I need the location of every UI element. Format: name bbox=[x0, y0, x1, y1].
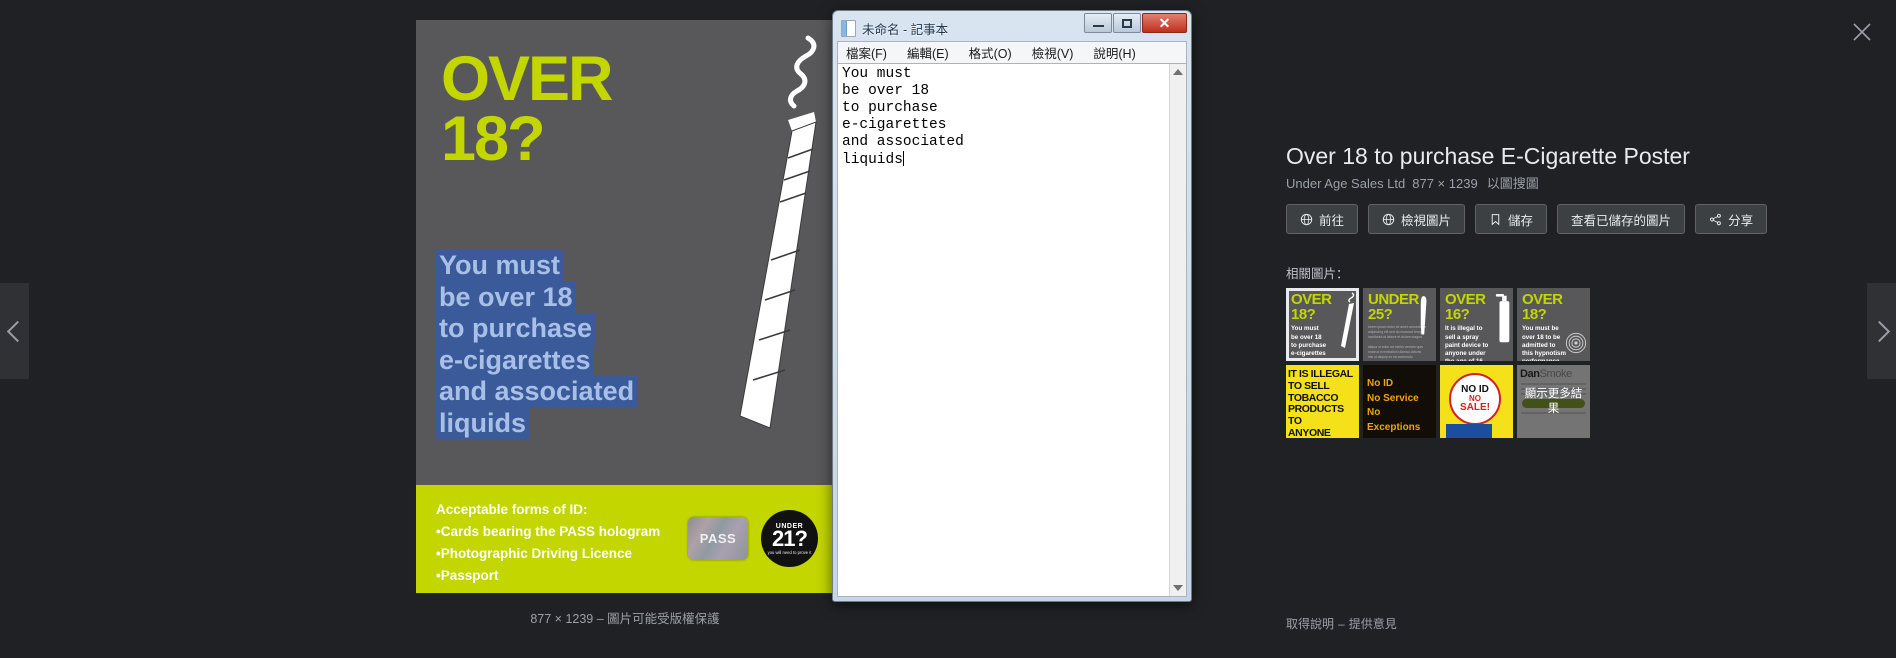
poster-heading-line2: 18? bbox=[441, 103, 546, 174]
image-viewer-overlay: OVER 18? You must be over 18 to purchase… bbox=[0, 0, 1896, 658]
share-button-label: 分享 bbox=[1728, 213, 1754, 228]
poster-id-bullet: •Cards bearing the PASS hologram bbox=[436, 523, 661, 539]
poster-body-line: be over 18 bbox=[436, 281, 576, 314]
notepad-title-bar[interactable]: 未命名 - 記事本 ✕ bbox=[837, 13, 1187, 41]
menu-help[interactable]: 說明(H) bbox=[1089, 41, 1139, 64]
notepad-menu-bar: 檔案(F) 編輯(E) 格式(O) 檢視(V) 說明(H) bbox=[837, 41, 1187, 63]
pass-card-label: PASS bbox=[699, 531, 737, 546]
e-cigarette-icon bbox=[1341, 292, 1355, 348]
feedback-link[interactable]: 提供意見 bbox=[1349, 617, 1397, 631]
footer-links: 取得說明 – 提供意見 bbox=[1286, 615, 1397, 632]
menu-view[interactable]: 檢視(V) bbox=[1028, 41, 1078, 64]
visit-button-label: 前往 bbox=[1319, 213, 1345, 228]
notepad-icon bbox=[841, 19, 856, 37]
badge-number: 21? bbox=[772, 525, 808, 551]
text-caret bbox=[902, 150, 904, 166]
pass-hologram-card: PASS bbox=[688, 517, 748, 560]
image-metadata: Under Age Sales Ltd 877 × 1239 以圖搜圖 bbox=[1286, 173, 1539, 192]
menu-edit[interactable]: 編輯(E) bbox=[903, 41, 953, 64]
menu-format[interactable]: 格式(O) bbox=[965, 41, 1016, 64]
under-21-badge: UNDER 21? you will need to prove it bbox=[761, 510, 818, 567]
scroll-up-icon[interactable] bbox=[1173, 69, 1183, 75]
view-image-button[interactable]: 檢視圖片 bbox=[1368, 204, 1466, 234]
scroll-down-icon[interactable] bbox=[1173, 585, 1183, 591]
footer-separator: – bbox=[1338, 617, 1345, 631]
thumbnail-illegal-tobacco[interactable]: IT IS ILLEGAL TO SELL TOBACCO PRODUCTS T… bbox=[1286, 365, 1359, 438]
view-image-button-label: 檢視圖片 bbox=[1401, 213, 1452, 228]
poster-upper-section: OVER 18? You must be over 18 to purchase… bbox=[416, 20, 834, 485]
share-button[interactable]: 分享 bbox=[1695, 204, 1768, 234]
poster-footer-section: Acceptable forms of ID: •Cards bearing t… bbox=[416, 485, 834, 593]
notepad-text-content[interactable]: You must be over 18 to purchase e-cigare… bbox=[838, 64, 1169, 596]
thumbnail-heading: IT IS ILLEGAL TO SELL TOBACCO PRODUCTS T… bbox=[1288, 368, 1353, 438]
poster-body-line: You must bbox=[436, 250, 563, 282]
window-close-icon: ✕ bbox=[1158, 15, 1171, 31]
related-images-label: 相關圖片： bbox=[1286, 267, 1349, 281]
notepad-editor[interactable]: You must be over 18 to purchase e-cigare… bbox=[837, 63, 1187, 597]
poster-body-line: and associated bbox=[436, 376, 638, 408]
poster-image[interactable]: OVER 18? You must be over 18 to purchase… bbox=[416, 20, 834, 593]
poster-body-text: You must be over 18 to purchase e-cigare… bbox=[436, 250, 668, 440]
thumbnail-heading: No ID No Service No Exceptions bbox=[1367, 378, 1421, 433]
save-button[interactable]: 儲存 bbox=[1475, 204, 1548, 234]
thumbnail-over-18-ecig[interactable]: OVER 18? You must be over 18 to purchase… bbox=[1286, 288, 1359, 361]
share-icon bbox=[1710, 213, 1721, 225]
poster-id-info: Acceptable forms of ID: •Cards bearing t… bbox=[436, 499, 660, 586]
show-more-results-label: 顯示更多結果 bbox=[1524, 388, 1583, 415]
poster-heading-line1: OVER bbox=[441, 44, 614, 114]
notepad-window-title: 未命名 - 記事本 bbox=[862, 22, 949, 37]
spray-can-icon bbox=[1495, 293, 1510, 343]
knife-icon bbox=[1420, 296, 1427, 335]
thumbnail-heading: OVER 18? bbox=[1522, 291, 1563, 323]
image-title: Over 18 to purchase E-Cigarette Poster bbox=[1286, 143, 1690, 169]
window-close-button[interactable]: ✕ bbox=[1142, 13, 1187, 33]
related-images-grid: OVER 18? You must be over 18 to purchase… bbox=[1286, 288, 1606, 438]
e-cigarette-illustration bbox=[739, 35, 817, 429]
source-site: Under Age Sales Ltd bbox=[1286, 176, 1406, 191]
spiral-icon bbox=[1565, 332, 1587, 354]
notepad-window[interactable]: 未命名 - 記事本 ✕ 檔案(F) 編輯(E) 格式(O) 檢視(V) 說明(H… bbox=[832, 10, 1192, 602]
action-buttons: 前往 檢視圖片 儲存 查看已儲存的圖片 分享 bbox=[1286, 204, 1768, 234]
poster-body-line: liquids bbox=[436, 407, 529, 440]
poster-id-bullet: •Passport bbox=[436, 567, 499, 583]
search-by-image-link[interactable]: 以圖搜圖 bbox=[1487, 176, 1539, 191]
image-caption: 877 × 1239 – 圖片可能受版權保護 bbox=[530, 612, 720, 626]
poster-id-bullet: •Photographic Driving Licence bbox=[436, 545, 633, 561]
poster-body-line: e-cigarettes bbox=[436, 344, 594, 377]
thumbnail-no-id-no-sale[interactable]: NO ID NO SALE! bbox=[1440, 365, 1513, 438]
thumbnail-no-id-no-service[interactable]: No ID No Service No Exceptions bbox=[1363, 365, 1436, 438]
thumbnail-under-25[interactable]: UNDER 25? lorem ipsum dolor sit amet con… bbox=[1363, 288, 1436, 361]
badge-bottom-text: you will need to prove it bbox=[767, 549, 812, 555]
no-sale-line3: SALE! bbox=[1460, 402, 1490, 413]
poster-heading: OVER 18? bbox=[441, 44, 614, 174]
save-button-label: 儲存 bbox=[1508, 213, 1534, 228]
poster-body-line: to purchase bbox=[436, 313, 596, 345]
view-saved-images-label: 查看已儲存的圖片 bbox=[1571, 213, 1672, 228]
no-sale-strip bbox=[1446, 424, 1492, 438]
minimize-icon bbox=[1092, 25, 1104, 27]
no-sale-badge: NO ID NO SALE! bbox=[1449, 373, 1501, 425]
image-info-panel: Over 18 to purchase E-Cigarette Poster U… bbox=[1250, 0, 1896, 658]
minimize-button[interactable] bbox=[1084, 13, 1112, 33]
globe-icon bbox=[1382, 213, 1395, 225]
bookmark-icon bbox=[1491, 213, 1500, 225]
thumbnail-over-16[interactable]: OVER 16? It is illegal to sell a spray p… bbox=[1440, 288, 1513, 361]
visit-button[interactable]: 前往 bbox=[1286, 204, 1359, 234]
show-more-results-overlay[interactable]: 顯示更多結果 bbox=[1517, 365, 1590, 438]
thumbnail-over-18-hypnotism[interactable]: OVER 18? You must be over 18 to be admit… bbox=[1517, 288, 1590, 361]
thumbnail-dansmoke[interactable]: DanSmoke 顯示更多結果 bbox=[1517, 365, 1590, 438]
window-controls: ✕ bbox=[1083, 13, 1187, 33]
poster-id-heading: Acceptable forms of ID: bbox=[436, 502, 588, 517]
view-saved-images-button[interactable]: 查看已儲存的圖片 bbox=[1557, 204, 1686, 234]
image-dimensions: 877 × 1239 bbox=[1412, 176, 1478, 191]
maximize-icon bbox=[1122, 18, 1132, 28]
menu-file[interactable]: 檔案(F) bbox=[842, 41, 891, 64]
globe-icon bbox=[1300, 213, 1313, 225]
help-link[interactable]: 取得說明 bbox=[1286, 617, 1334, 631]
notepad-scrollbar[interactable] bbox=[1169, 64, 1186, 596]
maximize-button[interactable] bbox=[1113, 13, 1141, 33]
